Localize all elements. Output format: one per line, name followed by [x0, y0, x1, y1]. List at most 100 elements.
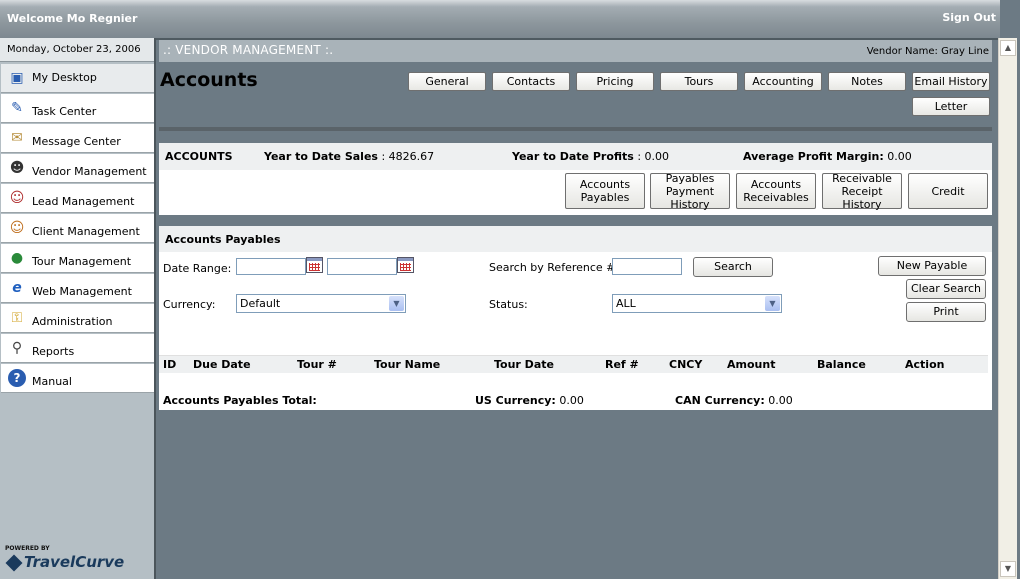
us-currency-total: US Currency: 0.00 — [475, 394, 584, 407]
desktop-icon: ▣ — [10, 70, 24, 86]
us-currency-value: 0.00 — [555, 394, 584, 407]
button-line-2: Receivables — [743, 191, 809, 204]
avg-margin-value: 0.00 — [883, 150, 912, 163]
accounts-payables-panel: Accounts Payables Date Range: Search by … — [159, 226, 992, 410]
tab-general[interactable]: General — [408, 72, 486, 91]
status-label: Status: — [489, 298, 528, 311]
us-currency-label: US Currency: — [475, 394, 556, 407]
column-due-date: Due Date — [193, 358, 251, 371]
sidebar-item-administration[interactable]: ⚿ Administration — [1, 304, 154, 333]
reference-search-input[interactable] — [612, 258, 682, 275]
tab-pricing[interactable]: Pricing — [576, 72, 654, 91]
powered-by-text: POWERED BY — [5, 545, 50, 552]
payables-payment-history-button[interactable]: Payables Payment History — [650, 171, 730, 211]
sidebar-item-label: Vendor Management — [32, 165, 147, 178]
current-date: Monday, October 23, 2006 — [0, 38, 154, 62]
column-amount: Amount — [727, 358, 776, 371]
new-payable-button[interactable]: New Payable — [878, 256, 986, 276]
date-to-input[interactable] — [327, 258, 397, 275]
sidebar-item-reports[interactable]: ⚲ Reports — [1, 334, 154, 363]
accounts-payables-button[interactable]: Accounts Payables — [565, 173, 645, 209]
button-line-2: Payment History — [665, 184, 715, 211]
button-line-2: Payables — [580, 191, 630, 204]
ytd-sales: Year to Date Sales : 4826.67 — [264, 150, 434, 163]
clients-icon: ☺ — [9, 220, 25, 236]
sidebar-item-label: Client Management — [32, 225, 140, 238]
sidebar-item-web-management[interactable]: e Web Management — [1, 274, 154, 303]
tab-contacts[interactable]: Contacts — [492, 72, 570, 91]
sidebar-item-manual[interactable]: ? Manual — [1, 364, 154, 393]
button-line-1: Payables — [665, 171, 715, 185]
ytd-profits-label: Year to Date Profits — [512, 150, 634, 163]
ytd-sales-value: : 4826.67 — [381, 150, 435, 163]
column-id: ID — [163, 358, 177, 371]
sidebar-item-vendor-management[interactable]: ☻ Vendor Management — [1, 154, 154, 183]
calendar-icon[interactable] — [306, 257, 323, 273]
welcome-text: Welcome Mo Regnier — [7, 12, 138, 25]
scroll-down-arrow-icon[interactable]: ▼ — [1000, 561, 1016, 577]
lock-icon: ⚿ — [11, 310, 23, 326]
search-button[interactable]: Search — [693, 257, 773, 277]
sidebar-item-tour-management[interactable]: ● Tour Management — [1, 244, 154, 273]
ytd-sales-label: Year to Date Sales — [264, 150, 378, 163]
tab-letter[interactable]: Letter — [912, 97, 990, 116]
tab-accounting[interactable]: Accounting — [744, 72, 822, 91]
calendar-icon[interactable] — [397, 257, 414, 273]
tab-tours[interactable]: Tours — [660, 72, 738, 91]
avg-profit-margin: Average Profit Margin: 0.00 — [743, 150, 912, 163]
can-currency-label: CAN Currency: — [675, 394, 765, 407]
tab-email-history[interactable]: Email History — [912, 72, 990, 91]
sidebar-item-client-management[interactable]: ☺ Client Management — [1, 214, 154, 243]
accounts-label: ACCOUNTS — [165, 150, 233, 163]
currency-selected-value: Default — [240, 297, 281, 310]
magnifier-icon: ⚲ — [11, 340, 23, 356]
currency-select[interactable]: Default ▼ — [236, 294, 406, 313]
receivable-receipt-history-button[interactable]: Receivable Receipt History — [822, 172, 902, 211]
sidebar-item-label: Administration — [32, 315, 113, 328]
column-action: Action — [905, 358, 945, 371]
button-line-1: Credit — [931, 184, 965, 198]
column-currency: CNCY — [669, 358, 703, 371]
can-currency-value: 0.00 — [764, 394, 793, 407]
currency-label: Currency: — [163, 298, 216, 311]
date-from-input[interactable] — [236, 258, 306, 275]
sidebar-item-label: Reports — [32, 345, 75, 358]
status-select[interactable]: ALL ▼ — [612, 294, 782, 313]
logo-mark-icon — [5, 554, 23, 571]
sidebar-item-label: Task Center — [32, 105, 97, 118]
print-button[interactable]: Print — [906, 302, 986, 322]
sidebar-item-message-center[interactable]: ✉ Message Center — [1, 124, 154, 153]
payables-header: Accounts Payables — [159, 226, 992, 252]
travelcurve-logo: TravelCurve — [5, 553, 124, 571]
chevron-down-icon[interactable]: ▼ — [765, 296, 780, 311]
date-range-label: Date Range: — [163, 262, 232, 275]
payables-table-header: ID Due Date Tour # Tour Name Tour Date R… — [159, 355, 988, 373]
column-ref-number: Ref # — [605, 358, 639, 371]
clear-search-button[interactable]: Clear Search — [906, 279, 986, 299]
sidebar-item-my-desktop[interactable]: ▣ My Desktop — [1, 64, 154, 93]
scroll-up-arrow-icon[interactable]: ▲ — [1000, 40, 1016, 56]
status-selected-value: ALL — [616, 297, 636, 310]
top-bar: Welcome Mo Regnier Sign Out — [0, 0, 1000, 40]
sign-out-link[interactable]: Sign Out — [942, 11, 996, 24]
button-line-1: Accounts — [750, 178, 802, 191]
page-title: Accounts — [160, 69, 258, 91]
lead-icon: ☺ — [9, 190, 25, 206]
column-tour-number: Tour # — [297, 358, 337, 371]
credit-button[interactable]: Credit — [908, 173, 988, 209]
payables-title: Accounts Payables — [165, 233, 281, 246]
accounts-receivables-button[interactable]: Accounts Receivables — [736, 173, 816, 209]
column-tour-name: Tour Name — [374, 358, 441, 371]
ytd-profits: Year to Date Profits : 0.00 — [512, 150, 669, 163]
vendor-name: Vendor Name: Gray Line — [866, 46, 989, 57]
section-header-bar: .: VENDOR MANAGEMENT :. Vendor Name: Gra… — [159, 40, 992, 62]
sidebar-item-lead-management[interactable]: ☺ Lead Management — [1, 184, 154, 213]
sidebar-item-label: My Desktop — [32, 71, 97, 84]
chevron-down-icon[interactable]: ▼ — [389, 296, 404, 311]
tab-notes[interactable]: Notes — [828, 72, 906, 91]
sidebar-item-task-center[interactable]: ✎ Task Center — [1, 94, 154, 123]
sidebar-item-label: Tour Management — [32, 255, 132, 268]
accounts-summary-panel: ACCOUNTS Year to Date Sales : 4826.67 Ye… — [159, 143, 992, 215]
vertical-scrollbar[interactable]: ▲ ▼ — [998, 38, 1017, 579]
avg-margin-label: Average Profit Margin: — [743, 150, 884, 163]
